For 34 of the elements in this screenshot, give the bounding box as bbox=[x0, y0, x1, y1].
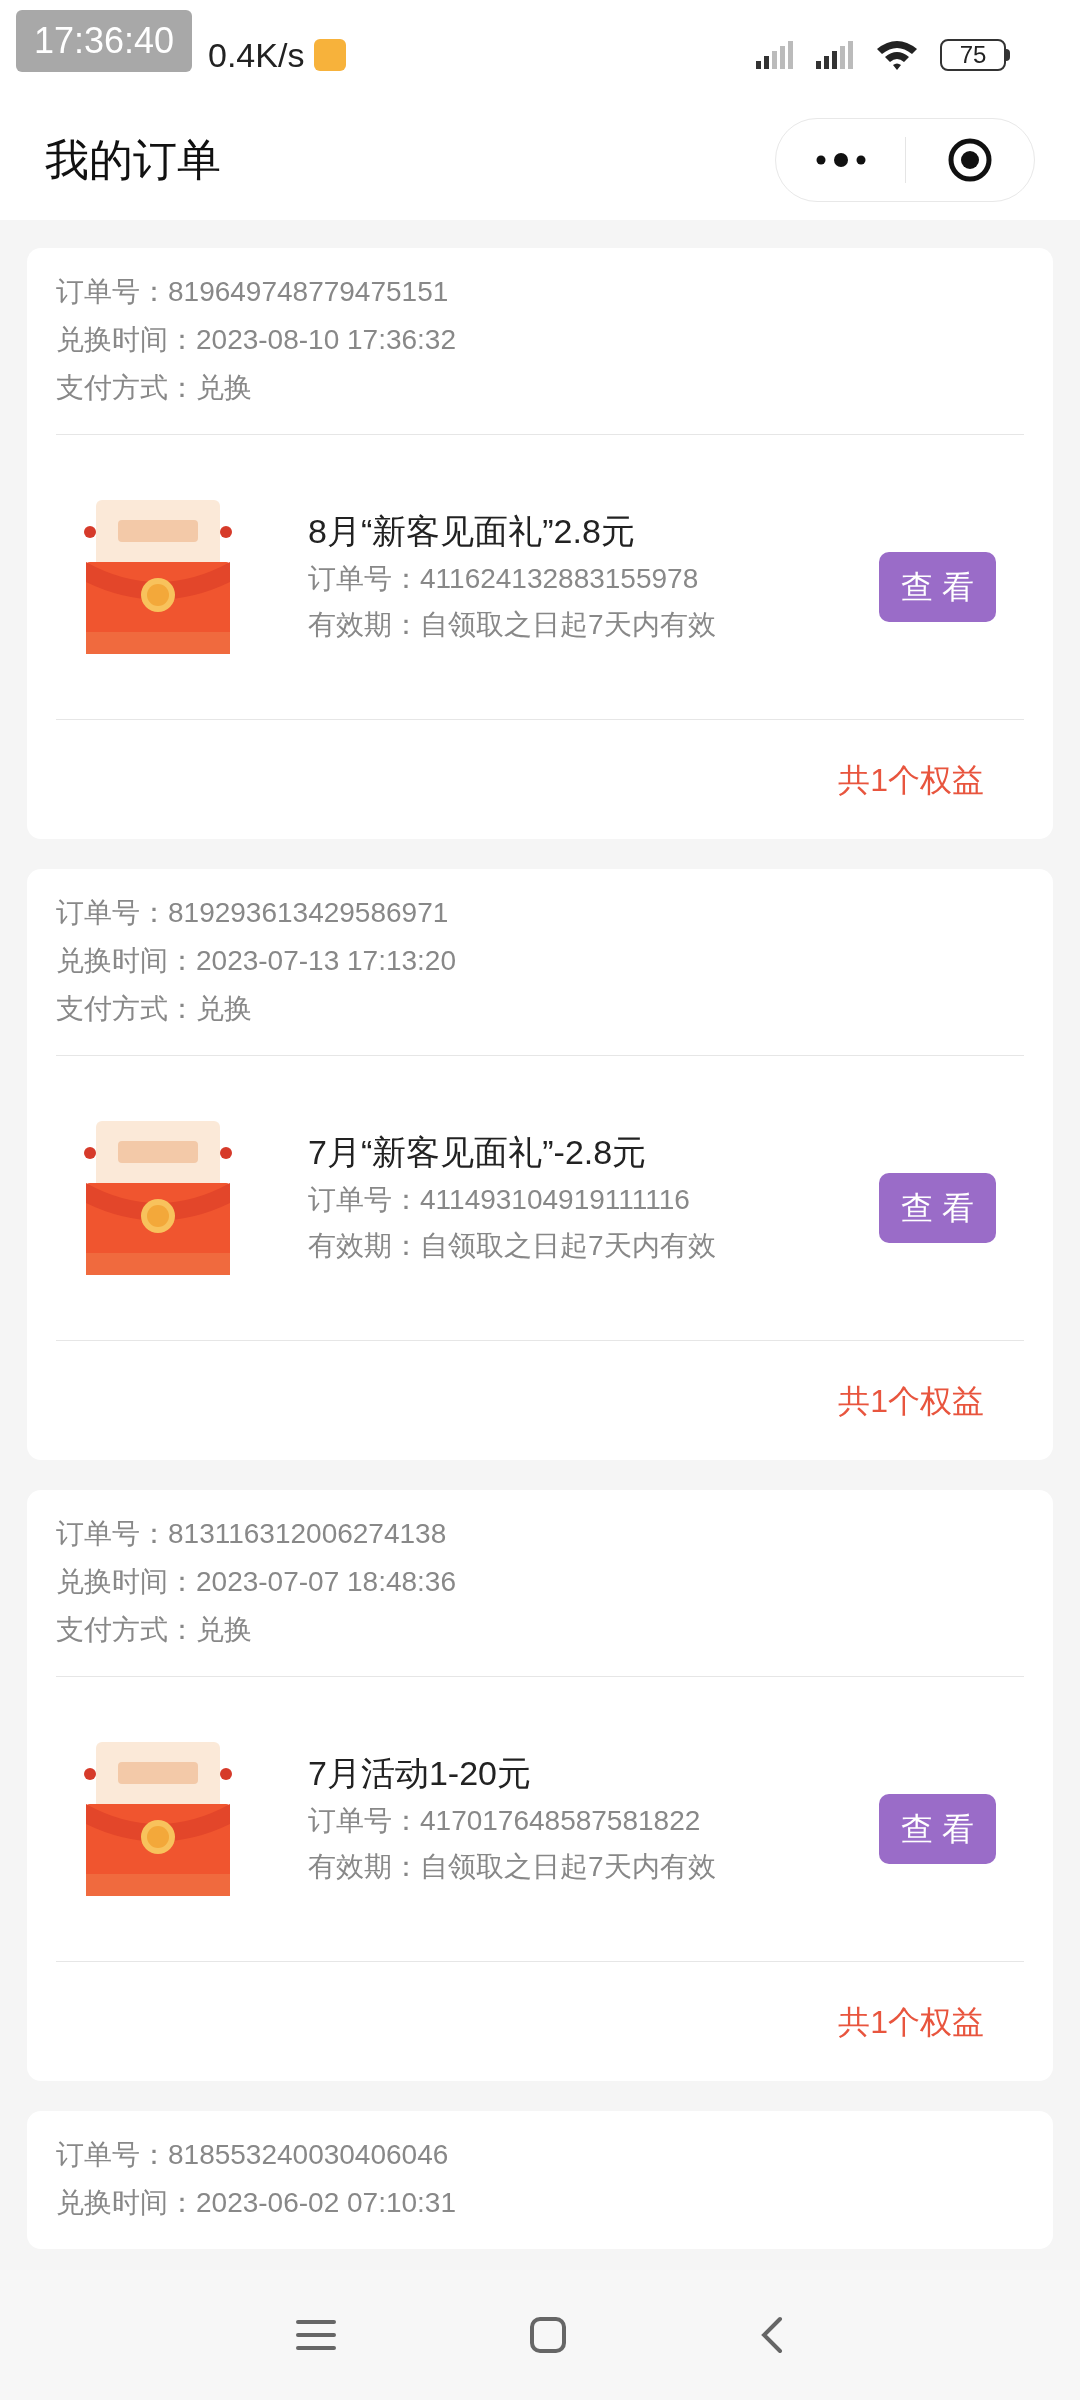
info-line: 订单号：813116312006274138 bbox=[56, 1517, 448, 1551]
info-line: 支付方式：兑换 bbox=[56, 992, 253, 1026]
view-button[interactable]: 查 看 bbox=[879, 1794, 996, 1864]
item-validity: 有效期：自领取之日起7天内有效 bbox=[308, 1850, 717, 1884]
view-button[interactable]: 查 看 bbox=[879, 1173, 996, 1243]
benefit-count: 共1个权益 bbox=[838, 2002, 984, 2042]
item-validity: 有效期：自领取之日起7天内有效 bbox=[308, 608, 717, 642]
info-line: 支付方式：兑换 bbox=[56, 371, 253, 405]
view-button[interactable]: 查 看 bbox=[879, 552, 996, 622]
info-line: 支付方式：兑换 bbox=[56, 1613, 253, 1647]
info-line: 订单号：819649748779475151 bbox=[56, 275, 450, 309]
benefit-count: 共1个权益 bbox=[838, 1381, 984, 1421]
item-validity: 有效期：自领取之日起7天内有效 bbox=[308, 1229, 717, 1263]
clock-overlay: 17:36:40 bbox=[16, 10, 193, 72]
info-line: 订单号：818553240030406046 bbox=[56, 2138, 450, 2172]
info-line: 兑换时间：2023-06-02 07:10:31 bbox=[56, 2186, 457, 2220]
info-line: 订单号：819293613429586971 bbox=[56, 896, 450, 930]
back-icon[interactable] bbox=[759, 2316, 784, 2354]
item-code: 订单号：411624132883155978 bbox=[308, 562, 700, 596]
notification-icon bbox=[314, 39, 347, 71]
info-line: 兑换时间：2023-07-13 17:13:20 bbox=[56, 944, 457, 978]
info-line: 兑换时间：2023-08-10 17:36:32 bbox=[56, 323, 457, 357]
benefit-count: 共1个权益 bbox=[838, 760, 984, 800]
home-icon[interactable] bbox=[529, 2316, 567, 2354]
item-code: 订单号：411493104919111116 bbox=[308, 1183, 691, 1217]
menu-icon[interactable] bbox=[296, 2318, 337, 2352]
item-title: 8月“新客见面礼”2.8元 bbox=[308, 511, 636, 552]
item-title: 7月活动1-20元 bbox=[308, 1753, 532, 1794]
network-speed: 0.4K/s bbox=[208, 34, 305, 76]
info-line: 兑换时间：2023-07-07 18:48:36 bbox=[56, 1565, 457, 1599]
battery-level: 75 bbox=[940, 39, 1006, 71]
item-code: 订单号：417017648587581822 bbox=[308, 1804, 702, 1838]
item-title: 7月“新客见面礼”-2.8元 bbox=[308, 1132, 648, 1173]
page-title: 我的订单 bbox=[45, 134, 221, 186]
